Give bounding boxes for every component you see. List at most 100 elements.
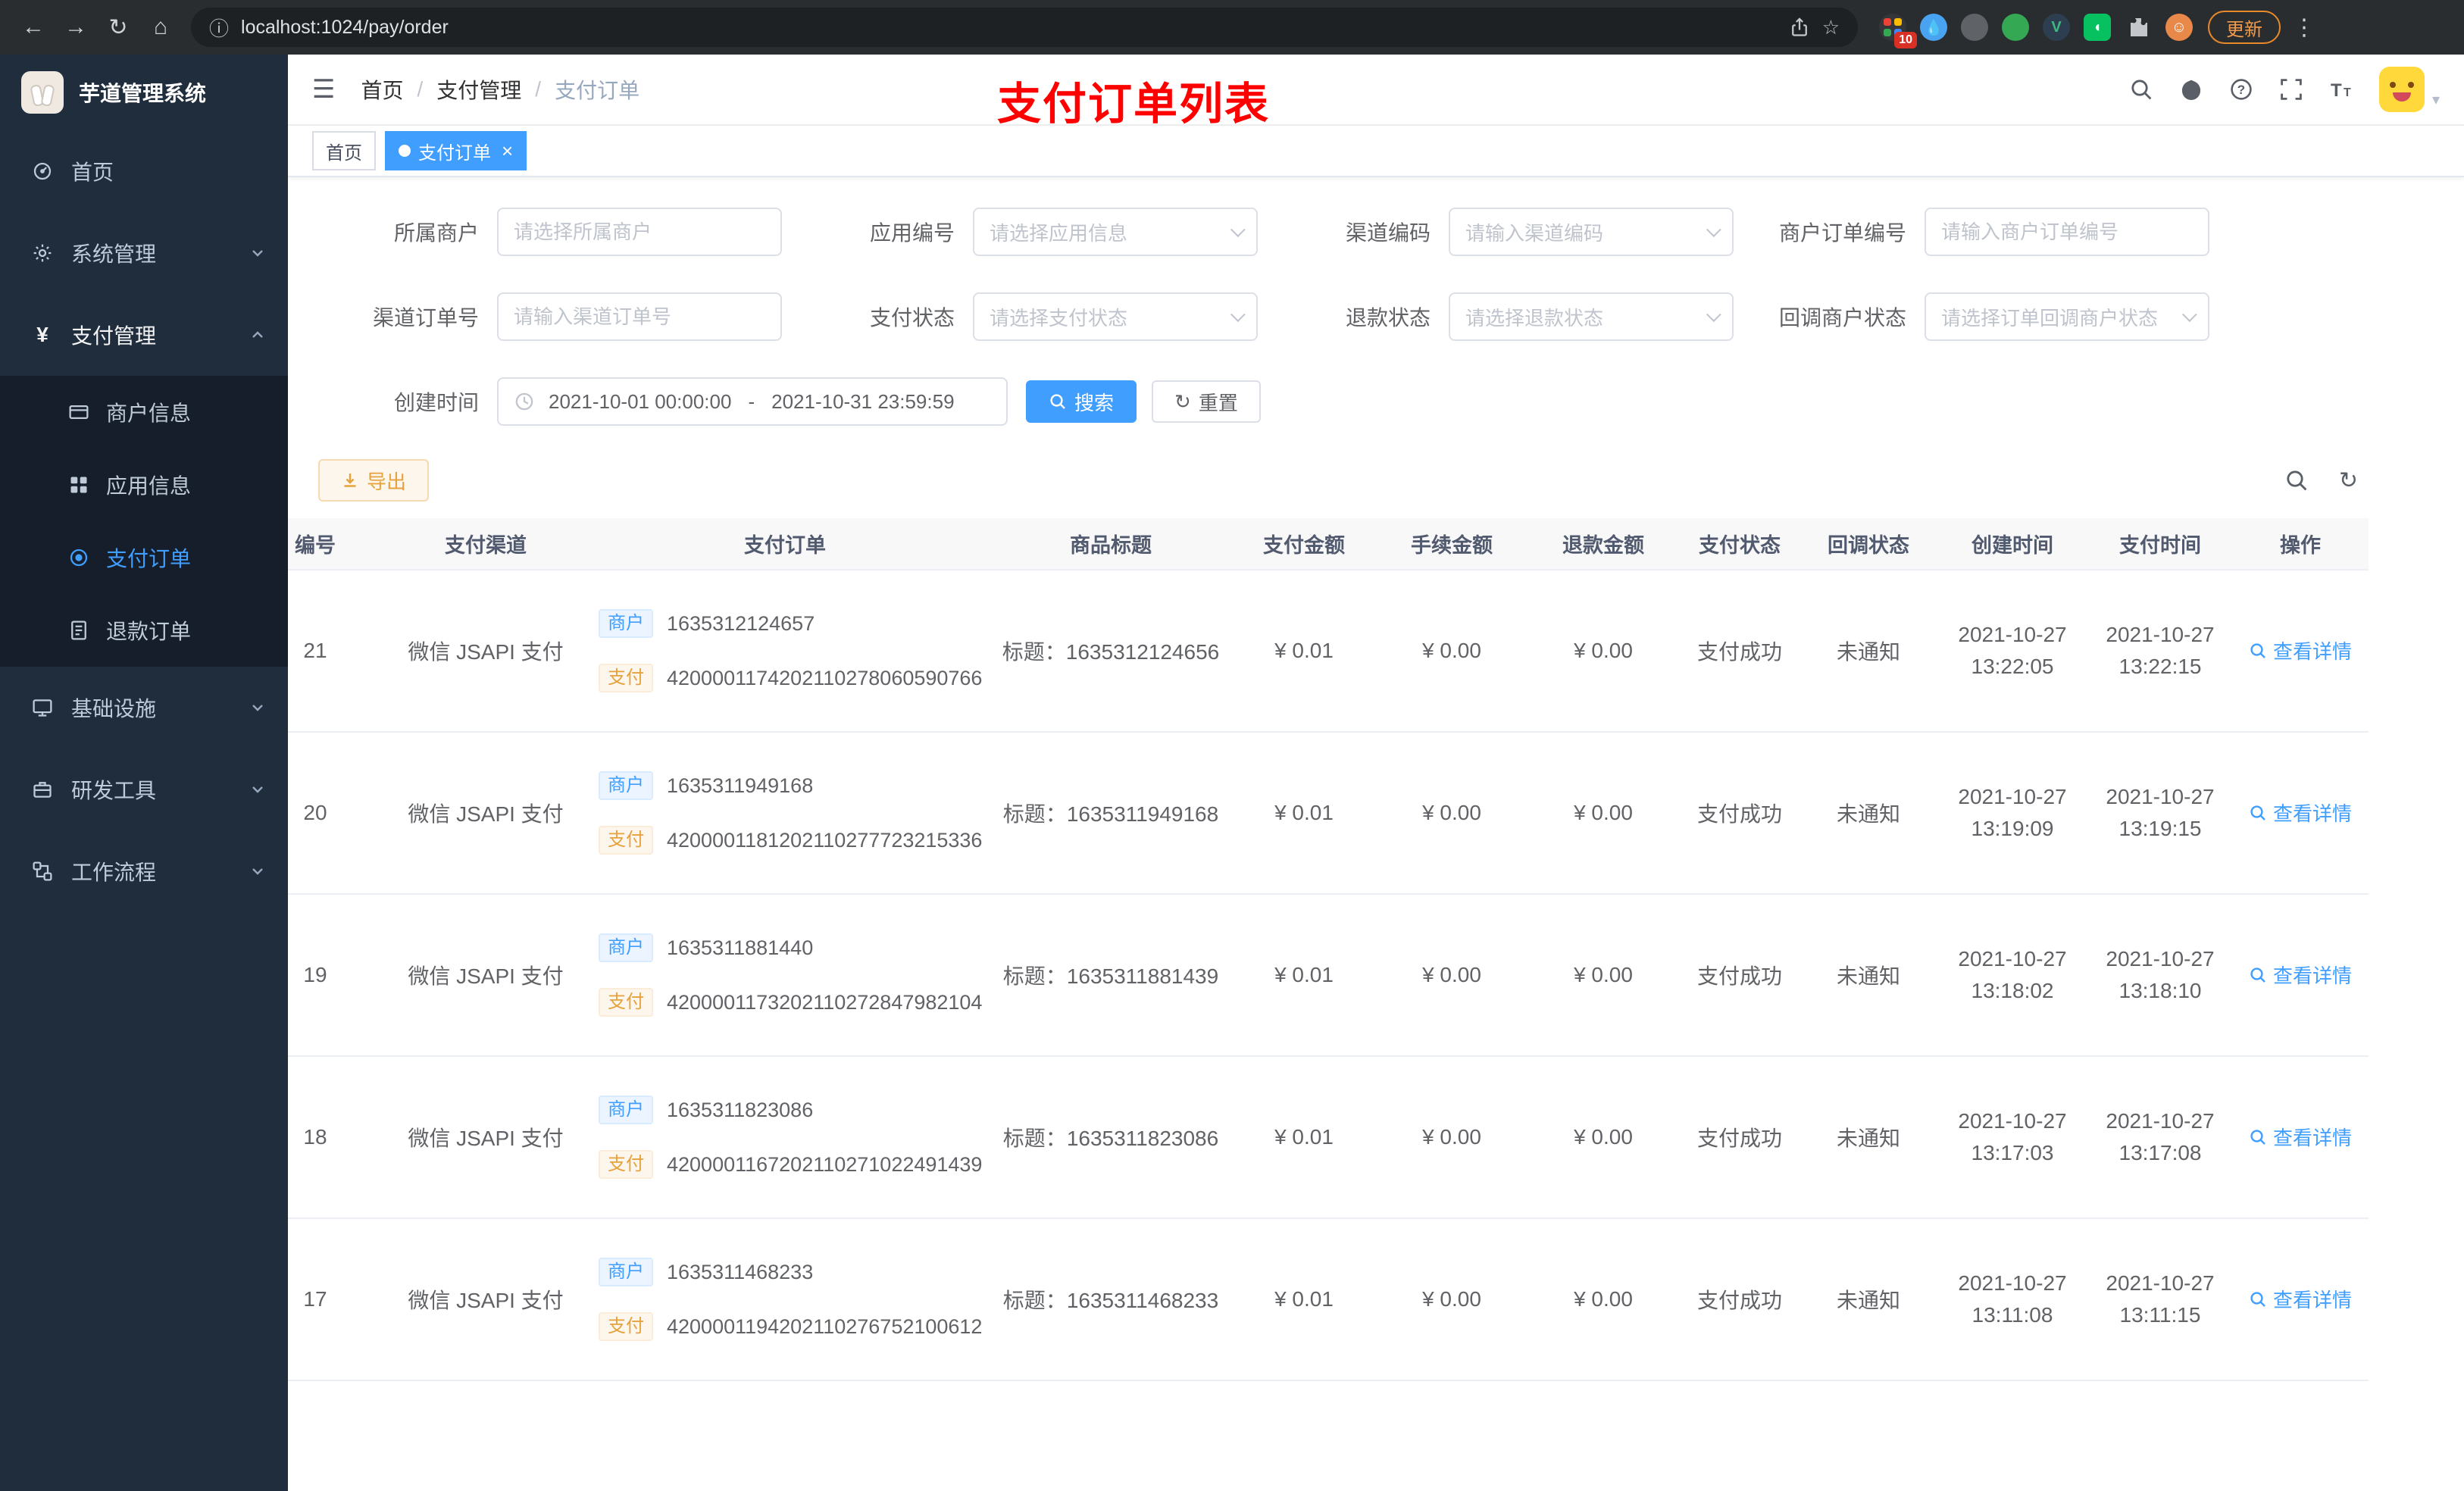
cell-id (288, 1380, 391, 1447)
sidebar-item-pay-order[interactable]: 支付订单 (0, 521, 288, 594)
pay-time: 13:19:15 (2118, 817, 2202, 840)
address-bar[interactable]: ⓘ localhost:1024/pay/order ☆ (191, 8, 1858, 47)
view-details-link[interactable]: 查看详情 (2249, 1285, 2352, 1313)
tab-pay-order[interactable]: 支付订单 × (385, 131, 527, 170)
title-value: 1635311468233 (1066, 1289, 1219, 1312)
profile-avatar-icon[interactable]: ☺ (2165, 14, 2193, 41)
view-details-link[interactable]: 查看详情 (2249, 636, 2352, 664)
cell-id: 21 (288, 570, 391, 733)
filter-field-create-time: 创建时间 2021-10-01 00:00:00 - 2021-10-31 23… (309, 377, 1008, 426)
reset-button[interactable]: ↻ 重置 (1152, 380, 1261, 423)
dark-extension-icon[interactable] (1961, 14, 1988, 41)
browser-menu-icon[interactable]: ⋮ (2293, 14, 2315, 41)
wechat-devtools-icon[interactable]: ◖ (2084, 14, 2111, 41)
extension-grid-icon[interactable]: 10 (1879, 14, 1917, 48)
refresh-icon: ↻ (1174, 389, 1191, 413)
sidebar-group-dev-tools[interactable]: 研发工具 (0, 749, 288, 830)
view-details-label: 查看详情 (2272, 640, 2352, 664)
share-icon[interactable] (1789, 17, 1810, 38)
cell-fee: ¥ 0.00 (1376, 570, 1527, 733)
search-icon[interactable] (2129, 77, 2153, 102)
merchant-order-no: 1635311468233 (667, 1260, 814, 1283)
sidebar-group-system[interactable]: 系统管理 (0, 212, 288, 294)
cell-fee: ¥ 0.00 (1376, 1218, 1527, 1381)
channel-code-select[interactable]: 请输入渠道编码 (1449, 208, 1734, 256)
tab-home[interactable]: 首页 (312, 131, 376, 170)
clock-icon (514, 391, 535, 412)
sidebar-item-label: 系统管理 (71, 242, 157, 266)
merchant-order-no-input[interactable] (1925, 208, 2209, 256)
export-button[interactable]: 导出 (318, 459, 430, 502)
url-text[interactable]: localhost:1024/pay/order (241, 17, 1777, 39)
notify-status-select[interactable]: 请选择订单回调商户状态 (1925, 292, 2209, 341)
pay-tag: 支付 (599, 1150, 653, 1179)
font-size-icon[interactable]: TT (2329, 77, 2353, 102)
date-separator: - (748, 389, 755, 413)
sidebar-group-payment[interactable]: ¥ 支付管理 (0, 294, 288, 376)
create-time-range-picker[interactable]: 2021-10-01 00:00:00 - 2021-10-31 23:59:5… (497, 377, 1008, 426)
tab-label: 首页 (326, 142, 362, 164)
cell-status: 支付成功 (1679, 732, 1800, 895)
breadcrumb-item-current: 支付订单 (555, 79, 640, 102)
search-button[interactable]: 搜索 (1026, 380, 1137, 423)
vue-devtools-icon[interactable]: V (2043, 14, 2070, 41)
select-placeholder: 请选择退款状态 (1465, 306, 1604, 330)
user-avatar[interactable] (2378, 67, 2425, 112)
filter-field-pay-status: 支付状态 请选择支付状态 (785, 292, 1258, 341)
forward-icon[interactable]: → (55, 6, 97, 48)
view-details-link[interactable]: 查看详情 (2249, 799, 2352, 827)
filter-field-notify-status: 回调商户状态 请选择订单回调商户状态 (1737, 292, 2209, 341)
channel-order-no-input[interactable] (497, 292, 782, 341)
reload-icon[interactable]: ↻ (97, 6, 139, 48)
breadcrumb-item[interactable]: 支付管理 (436, 74, 521, 105)
title-value: 1635311881439 (1066, 964, 1219, 988)
sidebar-group-workflow[interactable]: 工作流程 (0, 830, 288, 912)
filter-field-merchant-order-no: 商户订单编号 (1737, 208, 2209, 256)
refresh-table-icon[interactable]: ↻ (2339, 467, 2358, 494)
github-icon[interactable] (2179, 77, 2203, 102)
cell-refund: ¥ 0.00 (1527, 894, 1679, 1057)
date-end[interactable]: 2021-10-31 23:59:59 (771, 390, 954, 414)
cell-title: 标题：1635311881439 (990, 894, 1232, 1057)
sidebar-item-merchant-info[interactable]: 商户信息 (0, 376, 288, 449)
close-icon[interactable]: × (502, 139, 513, 163)
cell-pay-time: 2021-10-27 13:11:15 (2088, 1218, 2232, 1381)
view-details-link[interactable]: 查看详情 (2249, 961, 2352, 989)
home-icon[interactable]: ⌂ (139, 6, 182, 48)
cell-channel: 微信 JSAPI 支付 (391, 894, 580, 1057)
view-details-link[interactable]: 查看详情 (2249, 1123, 2352, 1151)
sidebar-group-infrastructure[interactable]: 基础设施 (0, 667, 288, 749)
browser-update-button[interactable]: 更新 (2208, 11, 2281, 44)
fullscreen-icon[interactable] (2279, 77, 2303, 102)
cell-pay-time: 2021-10-27 13:19:15 (2088, 732, 2232, 895)
date-start[interactable]: 2021-10-01 00:00:00 (549, 390, 731, 414)
avatar-caret-icon[interactable]: ▾ (2432, 90, 2440, 109)
navbar-actions: ? TT ▾ (2129, 67, 2440, 112)
refund-status-select[interactable]: 请选择退款状态 (1449, 292, 1734, 341)
bookmark-star-icon[interactable]: ☆ (1822, 16, 1840, 39)
app-no-select[interactable]: 请选择应用信息 (973, 208, 1258, 256)
search-icon (2250, 1130, 2265, 1145)
cell-amount: ¥ 0.01 (1232, 1056, 1376, 1219)
create-time: 13:17:03 (1971, 1141, 2054, 1164)
green-extension-icon[interactable] (2002, 14, 2029, 41)
merchant-order-no: 1635311823086 (667, 1098, 814, 1121)
breadcrumb-item[interactable]: 首页 (361, 74, 403, 105)
chevron-down-icon (1230, 222, 1246, 238)
pay-status-select[interactable]: 请选择支付状态 (973, 292, 1258, 341)
drop-extension-icon[interactable]: 💧 (1920, 14, 1947, 41)
sidebar-logo[interactable]: 芋道管理系统 (0, 55, 288, 130)
orders-table: 编号 支付渠道 支付订单 商品标题 支付金额 手续金额 退款金额 支付状态 回调… (288, 518, 2464, 1447)
merchant-input[interactable] (497, 208, 782, 256)
toggle-search-icon[interactable] (2284, 468, 2309, 492)
sidebar-item-app-info[interactable]: 应用信息 (0, 449, 288, 521)
sidebar-item-home[interactable]: 首页 (0, 130, 288, 212)
sidebar-toggle-icon[interactable]: ☰ (312, 74, 335, 105)
extensions-puzzle-icon[interactable] (2125, 14, 2152, 41)
back-icon[interactable]: ← (12, 6, 55, 48)
sidebar-item-refund-order[interactable]: 退款订单 (0, 594, 288, 667)
site-info-icon[interactable]: ⓘ (209, 14, 229, 42)
help-icon[interactable]: ? (2229, 77, 2253, 102)
filter-field-channel-order-no: 渠道订单号 (309, 292, 782, 341)
svg-text:T: T (2331, 80, 2342, 101)
